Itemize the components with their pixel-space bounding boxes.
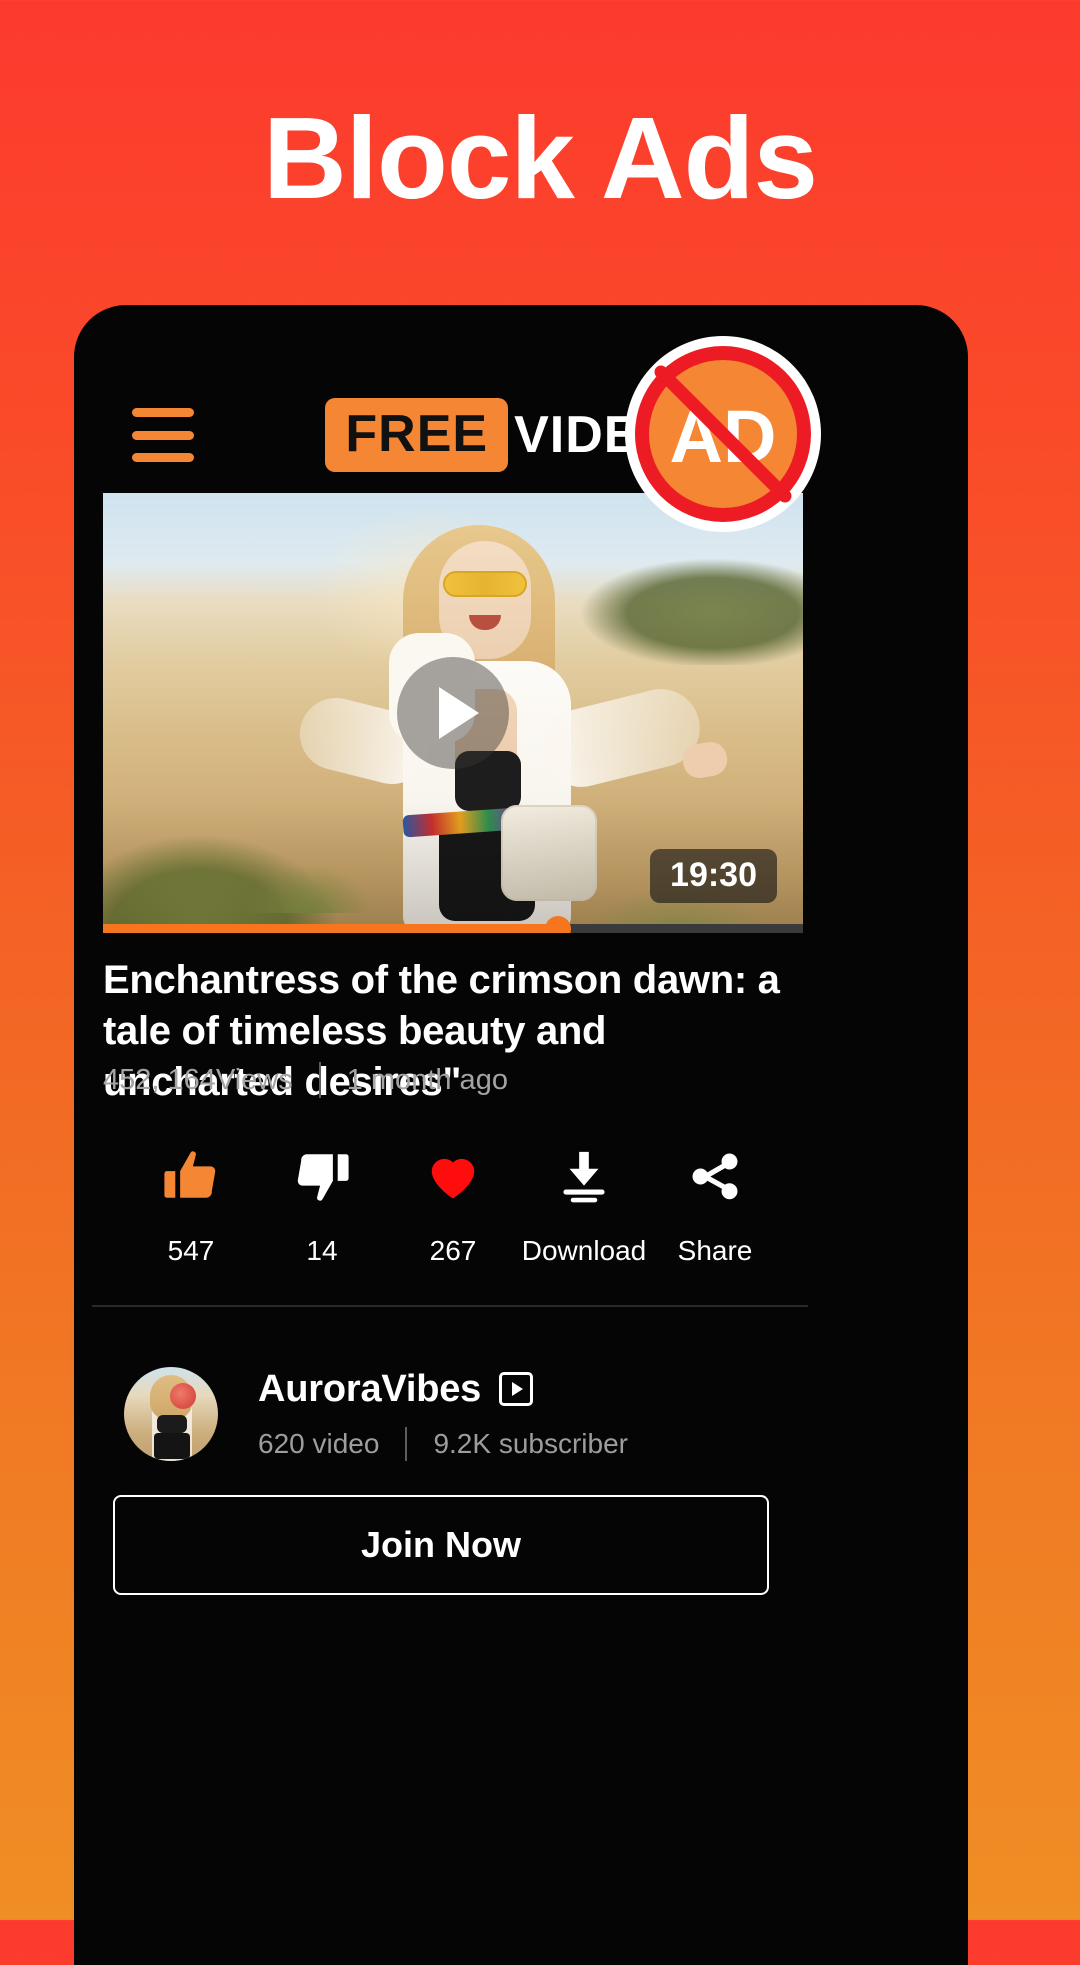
progress-fill bbox=[103, 924, 558, 933]
meta-divider bbox=[318, 1062, 321, 1098]
brand-free-badge: FREE bbox=[325, 398, 509, 472]
video-player[interactable]: 19:30 bbox=[103, 493, 803, 933]
channel-stats: 620 video 9.2K subscriber bbox=[258, 1426, 628, 1461]
no-ads-blocked-icon: AD bbox=[625, 336, 821, 532]
like-count: 547 bbox=[167, 1235, 215, 1266]
channel-video-count: 620 video bbox=[258, 1427, 380, 1459]
dislike-action[interactable]: 14 bbox=[262, 1143, 382, 1267]
thumbs-up-icon bbox=[162, 1143, 220, 1209]
video-meta: 452, 164Views 1 month ago bbox=[103, 1062, 508, 1098]
channel-subscriber-count: 9.2K subscriber bbox=[433, 1427, 628, 1459]
video-age: 1 month ago bbox=[346, 1063, 508, 1096]
phone-mockup: FREE VIDEOS 19:30 Enchantress of the cri… bbox=[74, 305, 968, 1965]
video-progress-bar[interactable] bbox=[103, 915, 803, 933]
page-title: Block Ads bbox=[263, 93, 818, 223]
dislike-count: 14 bbox=[306, 1235, 338, 1266]
share-icon bbox=[686, 1143, 744, 1209]
channel-row[interactable]: AuroraVibes 620 video 9.2K subscriber bbox=[124, 1367, 628, 1461]
video-duration-badge: 19:30 bbox=[650, 849, 777, 903]
app-header: FREE VIDEOS bbox=[74, 380, 968, 490]
channel-stats-divider bbox=[405, 1426, 408, 1461]
play-icon[interactable] bbox=[397, 657, 509, 769]
favorite-action[interactable]: 267 bbox=[393, 1143, 513, 1267]
download-label: Download bbox=[521, 1235, 647, 1266]
like-action[interactable]: 547 bbox=[131, 1143, 251, 1267]
share-label: Share bbox=[677, 1235, 753, 1266]
join-now-button[interactable]: Join Now bbox=[113, 1495, 769, 1595]
section-divider bbox=[92, 1305, 808, 1307]
heart-icon bbox=[423, 1143, 483, 1209]
download-icon bbox=[555, 1143, 613, 1209]
thumbs-down-icon bbox=[293, 1143, 351, 1209]
action-row: 547 14 267 Download Share bbox=[103, 1143, 803, 1267]
channel-avatar[interactable] bbox=[124, 1367, 218, 1461]
favorite-count: 267 bbox=[429, 1235, 477, 1266]
share-action[interactable]: Share bbox=[655, 1143, 775, 1267]
download-action[interactable]: Download bbox=[521, 1143, 647, 1267]
video-views: 452, 164Views bbox=[103, 1063, 293, 1096]
channel-name: AuroraVibes bbox=[258, 1367, 482, 1410]
brand-logo: FREE VIDEOS bbox=[74, 398, 968, 472]
play-box-icon bbox=[499, 1372, 534, 1406]
